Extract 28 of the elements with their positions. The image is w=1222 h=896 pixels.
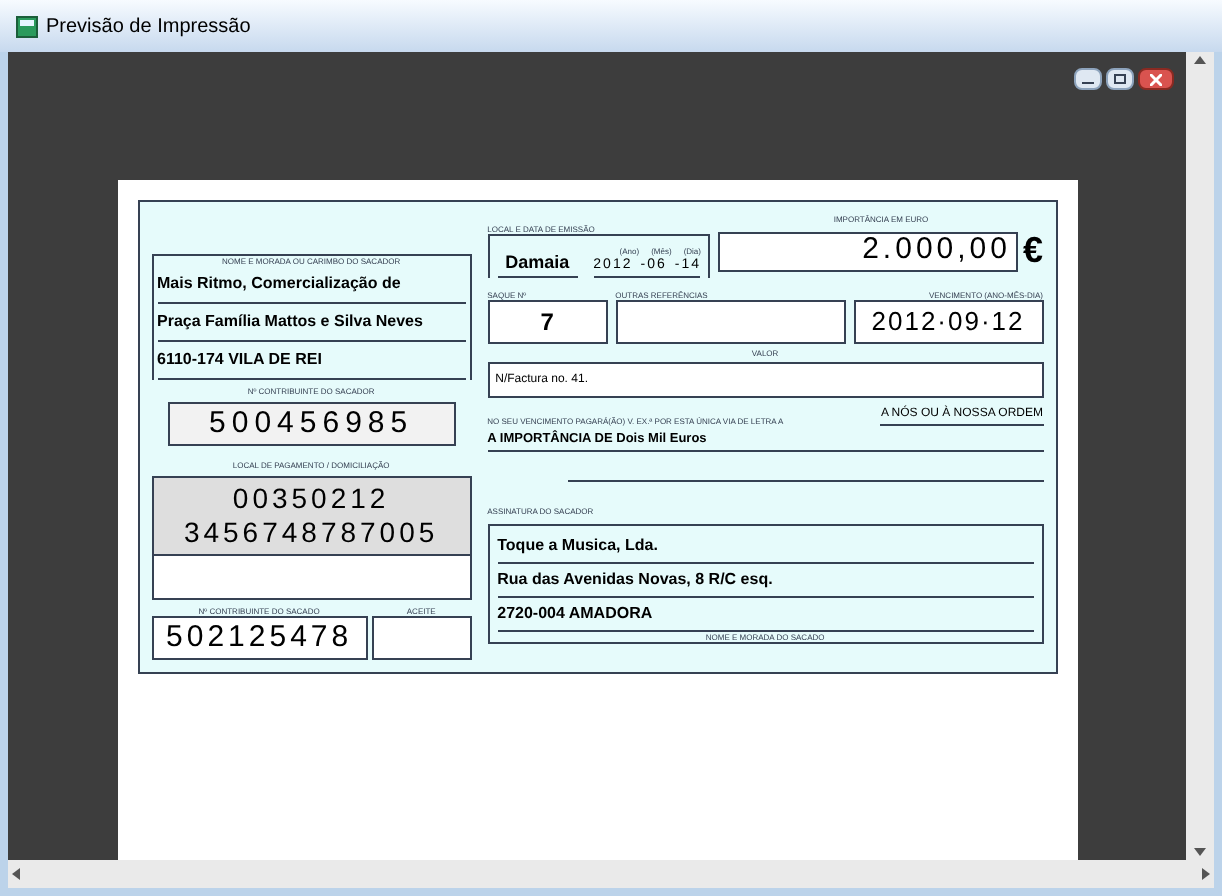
due-date: 2012·09·12 [853, 300, 1043, 344]
scroll-left-icon [12, 868, 20, 880]
acceptance-box [371, 616, 472, 660]
close-icon [1150, 73, 1162, 85]
drawer-address-line: Praça Família Mattos e Silva Neves [157, 304, 466, 342]
currency-symbol: € [1022, 228, 1043, 274]
issue-place: Damaia [497, 249, 578, 278]
app-icon [16, 15, 38, 37]
bank-account-number: 00350212 [232, 482, 390, 516]
scroll-down-icon [1194, 848, 1206, 856]
scroll-right-icon [1202, 868, 1210, 880]
maximize-button[interactable] [1106, 68, 1134, 90]
amount-value: 2.000,00 [862, 230, 1011, 271]
horizontal-scrollbar[interactable] [8, 860, 1214, 888]
scroll-up-icon [1194, 56, 1206, 64]
bank-account-number: 3456748787005 [183, 516, 439, 550]
drawer-address-line: 6110-174 VILA DE REI [157, 342, 466, 380]
draft-number: 7 [487, 300, 608, 344]
drawee-address-line: Toque a Musica, Lda. [497, 529, 1033, 564]
drawer-address-line: Mais Ritmo, Comercialização de [157, 266, 466, 304]
drawer-tax-id: 500456985 [167, 402, 456, 446]
drawee-address-line: 2720-004 AMADORA [497, 597, 1033, 632]
minimize-button[interactable] [1074, 68, 1102, 90]
drawee-tax-id: 502125478 [151, 616, 368, 660]
vertical-scrollbar[interactable] [1186, 52, 1214, 860]
close-button[interactable] [1138, 68, 1174, 90]
window-title: Previsão de Impressão [46, 13, 251, 41]
drawee-address-line: Rua das Avenidas Novas, 8 R/C esq. [497, 563, 1033, 598]
